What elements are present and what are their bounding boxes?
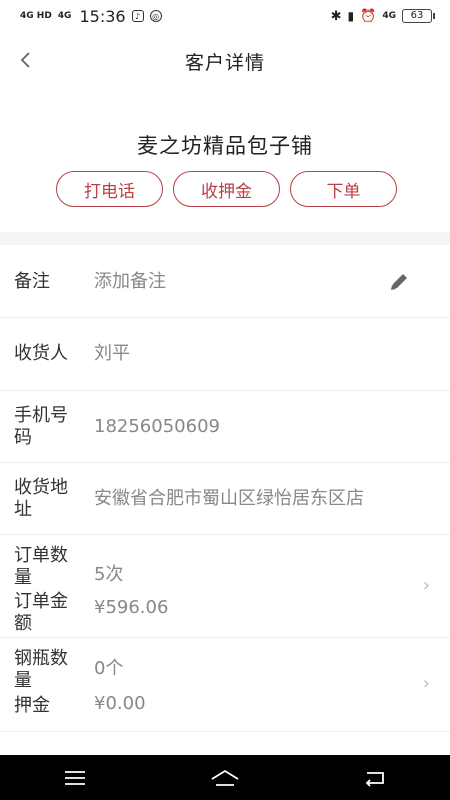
alarm-icon: ⏰ <box>360 8 377 24</box>
signal-icon-1: 4G HD <box>20 10 52 21</box>
note-row[interactable]: 备注 添加备注 <box>0 245 450 318</box>
address-row: 收货地址 安徽省合肥市蜀山区绿怡居东区店 <box>0 463 450 535</box>
phone-value: 18256050609 <box>94 416 220 437</box>
address-label: 收货地址 <box>14 477 68 520</box>
bluetooth-icon: ✱ <box>330 8 342 24</box>
return-icon <box>365 771 384 787</box>
status-bar: 4G HD 4G 15:36 ♪ ◎ ✱ ▮ ⏰ 4G 63 <box>0 0 450 32</box>
wechat-icon: ◎ <box>149 10 162 22</box>
battery-icon: 63 <box>402 9 435 23</box>
chevron-right-icon: › <box>422 575 430 596</box>
chevron-right-icon: › <box>422 673 430 694</box>
menu-button[interactable] <box>55 763 95 793</box>
menu-icon <box>65 770 85 785</box>
back-button[interactable] <box>6 40 46 80</box>
action-buttons: 打电话 收押金 下单 <box>0 171 450 209</box>
system-nav-bar <box>0 755 450 800</box>
vibrate-icon: ▮ <box>347 9 355 23</box>
customer-details: 备注 添加备注 收货人 刘平 手机号码 18256050609 收货地址 安徽省… <box>0 245 450 755</box>
note-input[interactable]: 添加备注 <box>94 271 166 293</box>
home-icon <box>211 769 239 786</box>
call-button[interactable]: 打电话 <box>56 171 163 207</box>
phone-row: 手机号码 18256050609 <box>0 391 450 463</box>
cylinder-stats-row[interactable]: 钢瓶数量 0个 押金 ¥0.00 › <box>0 638 450 732</box>
nav-bar: 客户详情 <box>0 32 450 90</box>
phone-label: 手机号码 <box>14 405 68 448</box>
music-icon: ♪ <box>131 10 144 22</box>
status-time: 15:36 <box>79 6 126 26</box>
home-button[interactable] <box>205 763 245 793</box>
network-icon: 4G <box>382 10 396 21</box>
page-title: 客户详情 <box>184 51 265 74</box>
edit-pencil-icon[interactable] <box>388 271 410 293</box>
collect-deposit-button[interactable]: 收押金 <box>173 171 280 207</box>
cylinder-count-label: 钢瓶数量 <box>14 648 68 691</box>
order-amount-label: 订单金额 <box>14 591 68 634</box>
status-right: ✱ ▮ ⏰ 4G 63 <box>330 8 435 24</box>
note-label: 备注 <box>14 271 50 292</box>
place-order-button[interactable]: 下单 <box>290 171 397 207</box>
cylinder-count-value: 0个 <box>94 658 124 679</box>
customer-name: 麦之坊精品包子铺 <box>137 134 313 158</box>
address-value: 安徽省合肥市蜀山区绿怡居东区店 <box>94 488 364 509</box>
receiver-label: 收货人 <box>14 343 68 364</box>
chevron-left-icon <box>20 52 30 68</box>
order-count-label: 订单数量 <box>14 545 68 588</box>
deposit-label: 押金 <box>14 695 50 716</box>
order-amount-value: ¥596.06 <box>94 597 169 618</box>
deposit-value: ¥0.00 <box>94 693 146 714</box>
receiver-row: 收货人 刘平 <box>0 318 450 391</box>
signal-icon-2: 4G <box>57 10 72 21</box>
status-left: 4G HD 4G 15:36 ♪ ◎ <box>20 7 162 26</box>
receiver-value: 刘平 <box>94 343 130 364</box>
back-system-button[interactable] <box>355 763 395 793</box>
customer-header: 麦之坊精品包子铺 打电话 收押金 下单 <box>0 90 450 232</box>
order-count-value: 5次 <box>94 564 124 585</box>
order-stats-row[interactable]: 订单数量 5次 订单金额 ¥596.06 › <box>0 535 450 638</box>
